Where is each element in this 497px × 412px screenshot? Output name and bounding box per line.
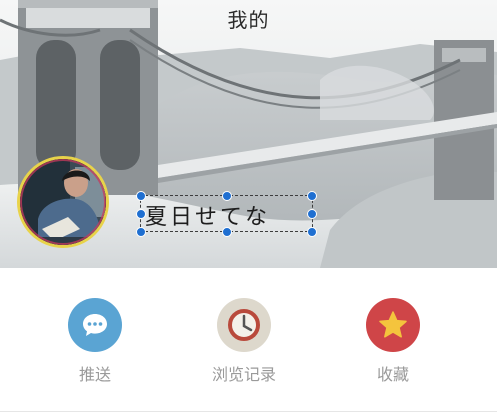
action-bar: 推送 浏览记录 收藏	[0, 268, 497, 412]
header-banner: 我的 夏日せてな	[0, 0, 497, 268]
history-button[interactable]: 浏览记录	[189, 298, 299, 385]
chat-bubble-icon	[68, 298, 122, 352]
resize-handle-top-right[interactable]	[307, 191, 317, 201]
favorites-button[interactable]: 收藏	[338, 298, 448, 385]
clock-icon	[217, 298, 271, 352]
username-selection-box[interactable]: 夏日せてな	[136, 191, 317, 237]
star-icon	[366, 298, 420, 352]
push-label: 推送	[78, 365, 111, 384]
avatar-photo-icon	[20, 159, 106, 245]
history-label: 浏览记录	[211, 365, 276, 384]
username-text[interactable]: 夏日せてな	[145, 199, 270, 231]
resize-handle-bottom-right[interactable]	[307, 227, 317, 237]
favorites-label: 收藏	[376, 365, 409, 384]
avatar[interactable]	[17, 156, 109, 248]
resize-handle-right[interactable]	[307, 209, 317, 219]
push-button[interactable]: 推送	[40, 298, 150, 385]
page-title: 我的	[227, 8, 270, 32]
